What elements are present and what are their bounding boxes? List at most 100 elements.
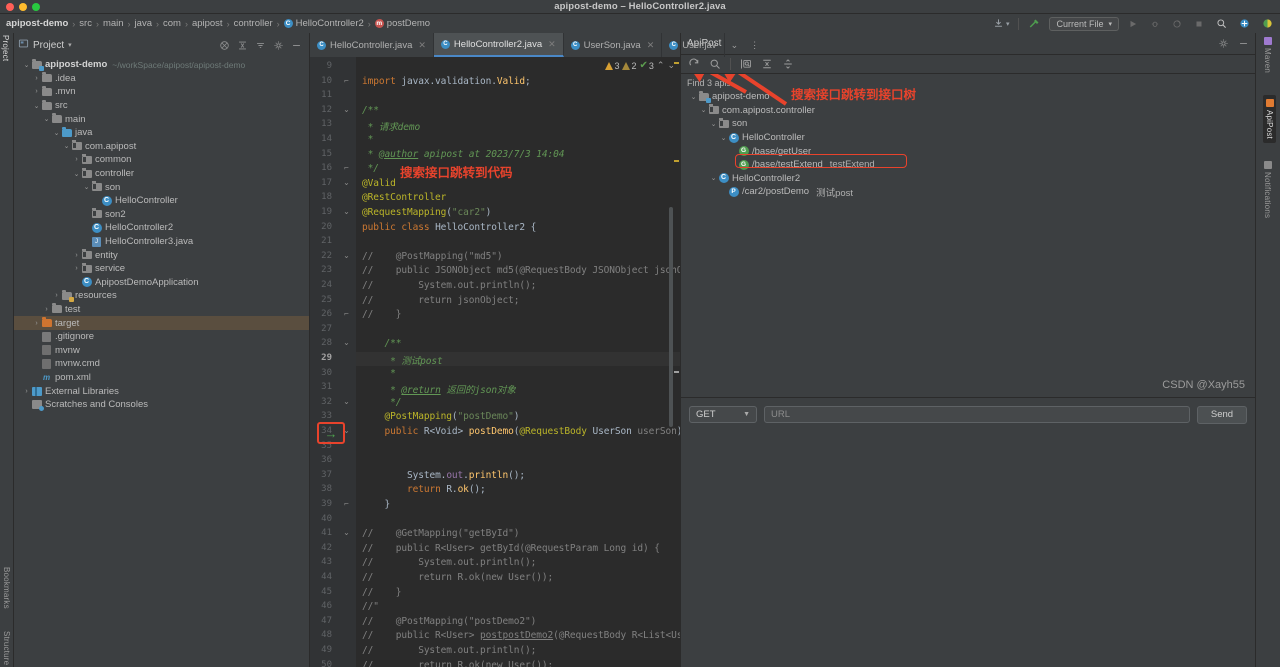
- settings-icon[interactable]: [273, 40, 284, 51]
- project-tree-row[interactable]: C ApipostDemoApplication: [14, 276, 309, 290]
- code-line[interactable]: @RestController: [362, 192, 446, 203]
- project-tree-row[interactable]: › External Libraries: [14, 384, 309, 398]
- code-line[interactable]: /**: [362, 105, 379, 116]
- code-line[interactable]: * @author apipost at 2023/7/3 14:04: [362, 149, 565, 160]
- code-line[interactable]: // public R<User> postpostDemo2(@Request…: [362, 630, 680, 641]
- refresh-icon[interactable]: [688, 58, 700, 70]
- collapse-all-icon[interactable]: [219, 40, 230, 51]
- api-tree-rows[interactable]: ⌄ apipost-demo ⌄ com.apipost.controller ⌄ son…: [681, 90, 1255, 199]
- search-everywhere-icon[interactable]: [1213, 17, 1230, 30]
- collapse-all-icon[interactable]: [761, 58, 773, 70]
- code-line[interactable]: * @return 返回的json对象: [362, 382, 516, 396]
- code-line[interactable]: }: [362, 499, 390, 510]
- project-tree-row[interactable]: › service: [14, 262, 309, 276]
- close-tab-icon[interactable]: ✕: [548, 39, 556, 50]
- tool-tab-structure[interactable]: Structure: [2, 631, 11, 665]
- code-line[interactable]: // System.out.println();: [362, 557, 536, 568]
- check-count-badge[interactable]: ✔ 3: [640, 60, 654, 71]
- close-tab-icon[interactable]: ✕: [647, 40, 655, 51]
- warning-count-badge[interactable]: 2: [622, 61, 637, 71]
- code-line[interactable]: public class HelloController2 {: [362, 222, 536, 233]
- next-problem-icon[interactable]: ⌄: [667, 60, 675, 71]
- tool-tab-notifications[interactable]: Notifications: [1263, 161, 1272, 218]
- code-line[interactable]: *: [362, 134, 374, 145]
- project-tree-row[interactable]: › entity: [14, 248, 309, 262]
- run-gutter-highlight[interactable]: →: [317, 422, 345, 444]
- http-method-select[interactable]: GET ▼: [689, 406, 757, 423]
- prev-problem-icon[interactable]: ⌃: [657, 60, 665, 71]
- code-line[interactable]: @PostMapping("postDemo"): [362, 411, 519, 422]
- plugin-icon[interactable]: [1259, 17, 1276, 30]
- project-tree-row[interactable]: son2: [14, 208, 309, 222]
- apipost-api-tree[interactable]: Find 3 apis ⌄ apipost-demo ⌄ com.apipost.co…: [681, 74, 1255, 397]
- chevron-down-icon[interactable]: ⌄: [699, 106, 708, 114]
- project-tree-row[interactable]: mvnw: [14, 343, 309, 357]
- chevron-down-icon[interactable]: ⌄: [22, 61, 31, 69]
- chevron-down-icon[interactable]: ⌄: [42, 115, 51, 123]
- code-folding-marker[interactable]: ⌐: [342, 76, 351, 85]
- chevron-right-icon[interactable]: ›: [72, 265, 81, 272]
- breadcrumb-item-java[interactable]: java: [133, 18, 154, 29]
- project-tree-row[interactable]: › .idea: [14, 72, 309, 86]
- editor-tab-userson-java[interactable]: C UserSon.java ✕: [564, 33, 663, 57]
- project-tree-row[interactable]: › common: [14, 153, 309, 167]
- project-tree-row[interactable]: ⌄ main: [14, 112, 309, 126]
- breadcrumb-item-com[interactable]: com: [161, 18, 183, 29]
- code-line[interactable]: // @PostMapping("md5"): [362, 251, 503, 262]
- editor-tab-hellocontroller2-java[interactable]: C HelloController2.java ✕: [433, 33, 564, 57]
- chevron-right-icon[interactable]: ›: [22, 388, 31, 395]
- project-tree-row[interactable]: .gitignore: [14, 330, 309, 344]
- code-line[interactable]: System.out.println();: [362, 470, 525, 481]
- chevron-down-icon[interactable]: ⌄: [719, 134, 728, 142]
- project-tree-row[interactable]: C HelloController: [14, 194, 309, 208]
- run-arrow-icon[interactable]: →: [325, 426, 338, 441]
- chevron-down-icon[interactable]: ⌄: [52, 129, 61, 137]
- code-line[interactable]: @RequestMapping("car2"): [362, 207, 491, 218]
- editor-tab-bar[interactable]: C HelloController.java ✕ C HelloController2.…: [310, 33, 759, 57]
- project-tree-row[interactable]: Scratches and Consoles: [14, 398, 309, 412]
- build-icon[interactable]: [1025, 17, 1043, 31]
- project-tree-row[interactable]: m pom.xml: [14, 371, 309, 385]
- expand-all-icon[interactable]: [782, 58, 794, 70]
- code-folding-marker[interactable]: ⌄: [342, 207, 351, 216]
- api-tree-row[interactable]: ⌄ com.apipost.controller: [681, 104, 1255, 118]
- tool-tab-maven[interactable]: Maven: [1263, 37, 1272, 73]
- chevron-down-icon[interactable]: ⌄: [82, 183, 91, 191]
- right-tool-strip[interactable]: Maven ApiPost Notifications: [1255, 33, 1280, 667]
- breadcrumb-item-main[interactable]: main: [101, 18, 126, 29]
- chevron-right-icon[interactable]: ›: [32, 320, 41, 327]
- code-line[interactable]: //": [362, 601, 379, 612]
- code-line[interactable]: // System.out.println();: [362, 280, 536, 291]
- breadcrumb[interactable]: apipost-demo › src › main › java › com › apipost › c…: [4, 18, 432, 29]
- chevron-down-icon[interactable]: ⌄: [709, 120, 718, 128]
- project-panel-toolbar[interactable]: [219, 40, 305, 51]
- tool-tab-project[interactable]: Project: [1, 35, 10, 61]
- project-tree-row[interactable]: ⌄ son: [14, 180, 309, 194]
- chevron-down-icon[interactable]: ⌄: [709, 174, 718, 182]
- code-folding-marker[interactable]: ⌄: [342, 397, 351, 406]
- locate-in-tree-icon[interactable]: [740, 58, 752, 70]
- code-line[interactable]: import javax.validation.Valid;: [362, 76, 531, 87]
- code-folding-marker[interactable]: ⌄: [342, 338, 351, 347]
- chevron-right-icon[interactable]: ›: [52, 292, 61, 299]
- code-line[interactable]: *: [362, 368, 396, 379]
- api-tree-row[interactable]: P/car2/postDemo 测试post: [681, 185, 1255, 199]
- project-tree-row[interactable]: › resources: [14, 289, 309, 303]
- editor-scrollbar[interactable]: [669, 207, 673, 427]
- chevron-down-icon[interactable]: ⌄: [689, 93, 698, 101]
- api-tree-row[interactable]: ⌄ C HelloController2: [681, 172, 1255, 186]
- select-opened-file-icon[interactable]: [255, 40, 266, 51]
- tool-tab-bookmarks[interactable]: Bookmarks: [2, 567, 11, 609]
- breadcrumb-item-hellocontroller2[interactable]: C HelloController2: [282, 18, 366, 29]
- tool-tab-apipost[interactable]: ApiPost: [1263, 95, 1276, 143]
- breadcrumb-item-apipost[interactable]: apipost: [190, 18, 225, 29]
- editor-gutter[interactable]: 9 10 ⌐ 11 12 ⌄ 13 14 15 16 ⌐ 17 ⌄ 18 19 ⌄ 20 21 22 ⌄ 23 24 25 2…: [310, 57, 356, 667]
- error-count-badge[interactable]: 3: [605, 61, 619, 71]
- breadcrumb-item-apipost-demo[interactable]: apipost-demo: [4, 18, 70, 29]
- code-line[interactable]: // }: [362, 309, 401, 320]
- chevron-right-icon[interactable]: ›: [32, 88, 41, 95]
- code-folding-marker[interactable]: ⌐: [342, 163, 351, 172]
- breadcrumb-item-controller[interactable]: controller: [232, 18, 275, 29]
- project-tree-row[interactable]: ⌄ src: [14, 99, 309, 113]
- code-line[interactable]: return R.ok();: [362, 484, 486, 495]
